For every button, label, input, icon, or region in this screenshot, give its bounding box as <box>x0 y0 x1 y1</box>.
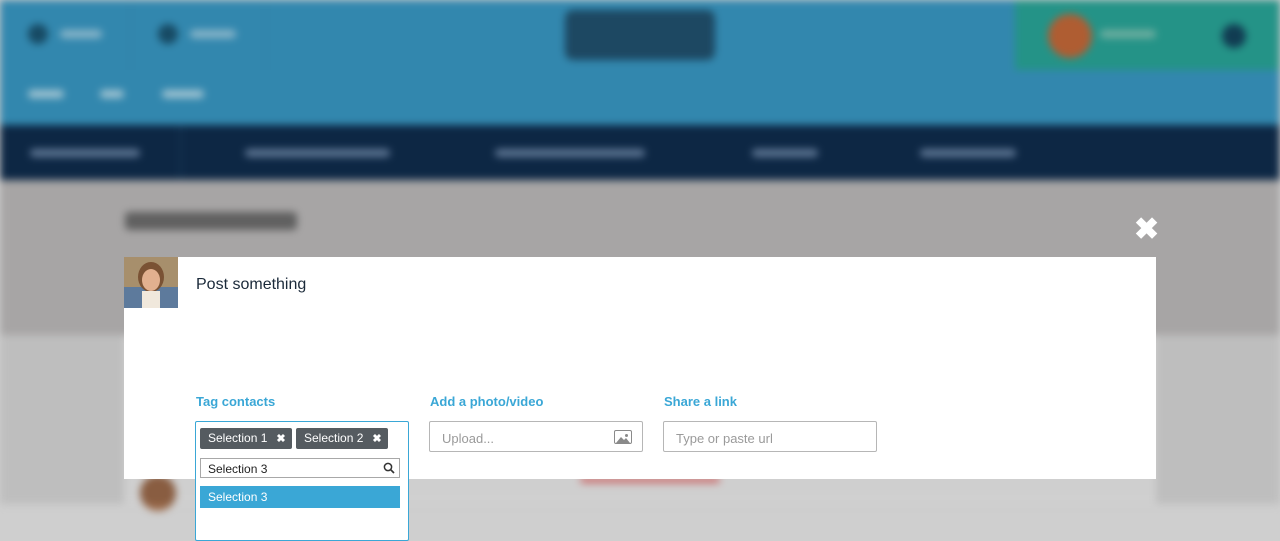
tag-contacts-box[interactable]: Selection 1 ✖ Selection 2 ✖ Selection 3 Se… <box>195 421 409 541</box>
remove-tag-icon[interactable]: ✖ <box>276 433 285 445</box>
tag-chip[interactable]: Selection 1 ✖ <box>200 428 292 449</box>
tag-search-value[interactable]: Selection 3 <box>208 462 267 476</box>
image-icon-graphic <box>616 434 630 443</box>
tag-chip-label: Selection 2 <box>304 431 364 445</box>
close-icon[interactable]: ✖ <box>1134 215 1159 245</box>
share-link-placeholder: Type or paste url <box>676 431 773 446</box>
post-prompt[interactable]: Post something <box>196 276 306 294</box>
upload-placeholder: Upload... <box>442 431 495 446</box>
share-link-field[interactable]: Type or paste url <box>663 421 877 452</box>
dropdown-option[interactable]: Selection 3 <box>200 486 400 508</box>
tag-chip-label: Selection 1 <box>208 431 268 445</box>
tag-chip[interactable]: Selection 2 ✖ <box>296 428 388 449</box>
post-modal: Post something Tag contacts Add a photo/… <box>124 257 1156 541</box>
avatar-photo <box>124 257 178 308</box>
avatar <box>124 257 178 308</box>
upload-field[interactable]: Upload... <box>429 421 643 452</box>
remove-tag-icon[interactable]: ✖ <box>372 433 381 445</box>
search-icon <box>383 462 395 474</box>
image-icon[interactable] <box>614 430 632 444</box>
tag-contacts-label: Tag contacts <box>196 394 276 409</box>
tag-search-input[interactable]: Selection 3 <box>200 458 400 478</box>
add-media-label: Add a photo/video <box>430 394 544 409</box>
share-link-label: Share a link <box>664 394 737 409</box>
